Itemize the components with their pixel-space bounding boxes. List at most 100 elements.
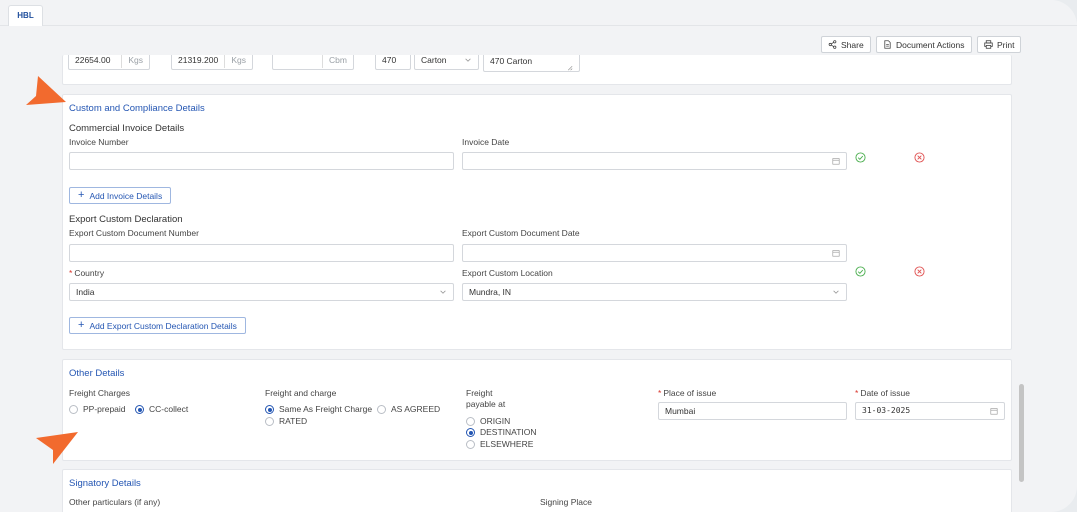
tab-bar: HBL <box>0 0 1077 26</box>
radio-control[interactable] <box>466 417 475 427</box>
package-description-value: 470 Carton <box>490 56 533 66</box>
place-of-issue-value: Mumbai <box>665 406 696 416</box>
freight-and-charge-label: Freight and charge <box>265 388 337 398</box>
country-value: India <box>76 287 95 297</box>
radio-as-agreed[interactable]: AS AGREED <box>377 404 441 415</box>
invoice-number-input[interactable] <box>69 152 454 170</box>
cargo-card: 22654.00 Kgs 21319.200 Kgs Cbm 470 Carto… <box>62 55 1012 85</box>
country-select[interactable]: India <box>69 283 454 301</box>
freight-payable-label-1: Freight <box>466 388 493 398</box>
volume-unit: Cbm <box>322 55 347 68</box>
radio-control[interactable] <box>69 405 78 415</box>
add-invoice-details-label: Add Invoice Details <box>89 190 163 201</box>
commercial-invoice-title: Commercial Invoice Details <box>69 123 185 134</box>
date-of-issue-input[interactable]: 31-03-2025 <box>855 402 1005 420</box>
close-circle-icon[interactable] <box>914 152 925 163</box>
net-weight-input[interactable]: 21319.200 Kgs <box>171 55 253 70</box>
chevron-down-icon <box>465 58 471 62</box>
section-title-signatory: Signatory Details <box>69 478 141 489</box>
add-export-declaration-label: Add Export Custom Declaration Details <box>89 320 237 331</box>
add-invoice-details-button[interactable]: + Add Invoice Details <box>69 187 172 204</box>
radio-label: RATED <box>279 416 308 426</box>
close-circle-icon[interactable] <box>914 266 925 277</box>
custom-compliance-card: Custom and Compliance Details Commercial… <box>62 94 1012 350</box>
chevron-down-icon <box>440 290 446 294</box>
radio-cc-collect[interactable]: CC-collect <box>135 404 189 415</box>
volume-input[interactable]: Cbm <box>272 55 354 70</box>
document-icon <box>884 40 891 49</box>
section-title-other: Other Details <box>69 368 125 379</box>
radio-pp-prepaid[interactable]: PP-prepaid <box>69 404 126 415</box>
export-location-value: Mundra, IN <box>469 287 512 297</box>
check-circle-icon[interactable] <box>855 152 866 163</box>
packages-input[interactable]: 470 <box>375 55 411 70</box>
print-button[interactable]: Print <box>977 36 1022 53</box>
calendar-icon <box>832 250 840 257</box>
radio-control[interactable] <box>466 428 475 438</box>
scrollbar-thumb[interactable] <box>1019 384 1024 482</box>
export-location-label: Export Custom Location <box>462 268 553 278</box>
radio-label: CC-collect <box>149 404 189 414</box>
place-of-issue-input[interactable]: Mumbai <box>658 402 847 420</box>
place-of-issue-label: * Place of issue <box>658 388 717 398</box>
gross-weight-input[interactable]: 22654.00 Kgs <box>68 55 150 70</box>
radio-control[interactable] <box>265 405 274 415</box>
share-button[interactable]: Share <box>821 36 871 53</box>
radio-destination[interactable]: DESTINATION <box>466 427 537 438</box>
export-custom-declaration-title: Export Custom Declaration <box>69 214 183 225</box>
calendar-icon <box>832 158 840 165</box>
arrow-pointer-icon <box>26 76 66 105</box>
package-type-select[interactable]: Carton <box>414 55 479 70</box>
section-title-custom: Custom and Compliance Details <box>69 103 205 114</box>
gross-weight-unit: Kgs <box>121 55 143 68</box>
arrow-pointer-icon <box>36 432 78 464</box>
plus-icon: + <box>78 319 85 331</box>
net-weight-unit: Kgs <box>224 55 246 68</box>
plus-icon: + <box>78 189 85 201</box>
export-doc-date-label: Export Custom Document Date <box>462 228 580 238</box>
gross-weight-value: 22654.00 <box>75 55 111 65</box>
radio-origin[interactable]: ORIGIN <box>466 416 511 427</box>
share-label: Share <box>841 39 864 50</box>
radio-label: ELSEWHERE <box>480 439 534 449</box>
printer-icon <box>984 40 993 49</box>
document-actions-button[interactable]: Document Actions <box>876 36 972 53</box>
freight-payable-label-2: payable at <box>466 399 506 409</box>
packages-value: 470 <box>382 55 397 65</box>
package-description-textarea[interactable]: 470 Carton <box>483 55 580 72</box>
document-actions-label: Document Actions <box>896 39 965 50</box>
radio-label: Same As Freight Charge <box>279 404 373 414</box>
net-weight-value: 21319.200 <box>178 55 219 65</box>
share-icon <box>828 40 837 49</box>
date-of-issue-value: 31-03-2025 <box>862 406 911 415</box>
date-of-issue-label: * Date of issue <box>855 388 910 398</box>
radio-control[interactable] <box>135 405 144 415</box>
export-location-select[interactable]: Mundra, IN <box>462 283 847 301</box>
radio-label: ORIGIN <box>480 416 511 426</box>
export-doc-number-input[interactable] <box>69 244 454 262</box>
add-export-declaration-button[interactable]: + Add Export Custom Declaration Details <box>69 317 246 334</box>
country-label: * Country <box>69 268 105 278</box>
radio-elsewhere[interactable]: ELSEWHERE <box>466 439 534 450</box>
radio-label: DESTINATION <box>480 427 537 437</box>
signatory-card: Signatory Details Other particulars (if … <box>62 469 1012 512</box>
app-frame: HBL Share Document Actions Print 22654.0… <box>0 0 1077 512</box>
radio-rated[interactable]: RATED <box>265 416 308 427</box>
tab-hbl[interactable]: HBL <box>8 5 43 26</box>
radio-control[interactable] <box>377 405 386 415</box>
check-circle-icon[interactable] <box>855 266 866 277</box>
print-label: Print <box>997 39 1015 50</box>
invoice-number-label: Invoice Number <box>69 137 129 147</box>
radio-control[interactable] <box>466 440 475 450</box>
chevron-down-icon <box>833 290 839 294</box>
package-type-value: Carton <box>421 55 447 65</box>
calendar-icon <box>990 408 998 415</box>
radio-label: AS AGREED <box>391 404 441 414</box>
export-doc-date-input[interactable] <box>462 244 847 262</box>
radio-control[interactable] <box>265 417 274 427</box>
other-particulars-label: Other particulars (if any) <box>69 497 161 507</box>
invoice-date-input[interactable] <box>462 152 847 170</box>
invoice-date-label: Invoice Date <box>462 137 510 147</box>
radio-same-as-freight[interactable]: Same As Freight Charge <box>265 404 373 415</box>
export-doc-number-label: Export Custom Document Number <box>69 228 199 238</box>
